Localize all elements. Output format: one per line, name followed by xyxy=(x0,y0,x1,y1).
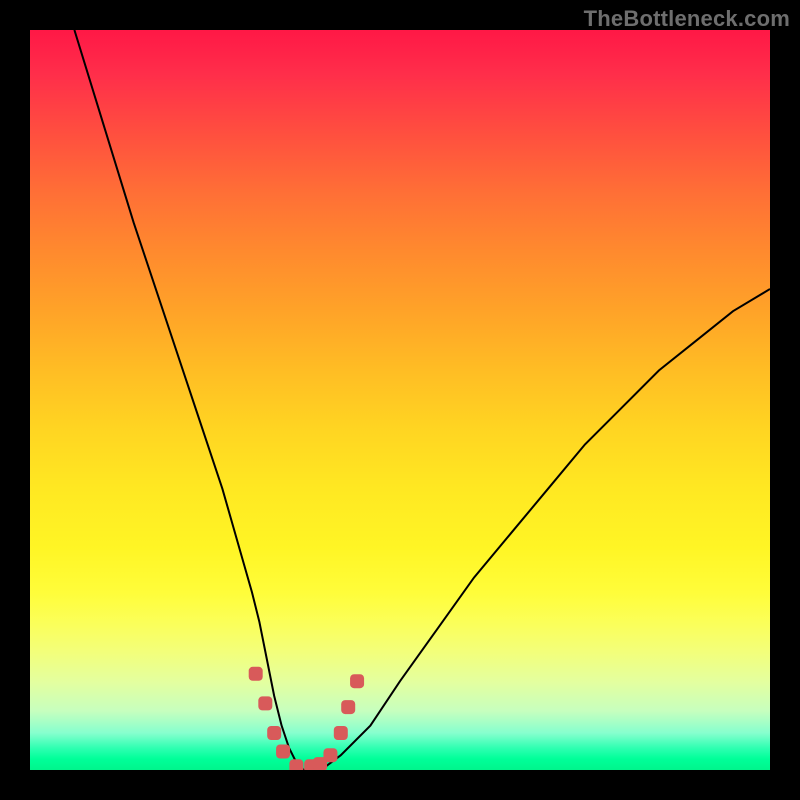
marker-point xyxy=(341,700,355,714)
curve-layer xyxy=(30,30,770,770)
watermark-text: TheBottleneck.com xyxy=(584,6,790,32)
marker-point xyxy=(289,759,303,770)
marker-point xyxy=(350,674,364,688)
marker-point xyxy=(249,667,263,681)
curve-path xyxy=(74,30,770,770)
highlight-markers xyxy=(249,667,364,770)
marker-point xyxy=(276,745,290,759)
plot-area xyxy=(30,30,770,770)
marker-point xyxy=(334,726,348,740)
marker-point xyxy=(323,748,337,762)
marker-point xyxy=(258,696,272,710)
chart-frame: TheBottleneck.com xyxy=(0,0,800,800)
marker-point xyxy=(267,726,281,740)
bottleneck-curve xyxy=(74,30,770,770)
